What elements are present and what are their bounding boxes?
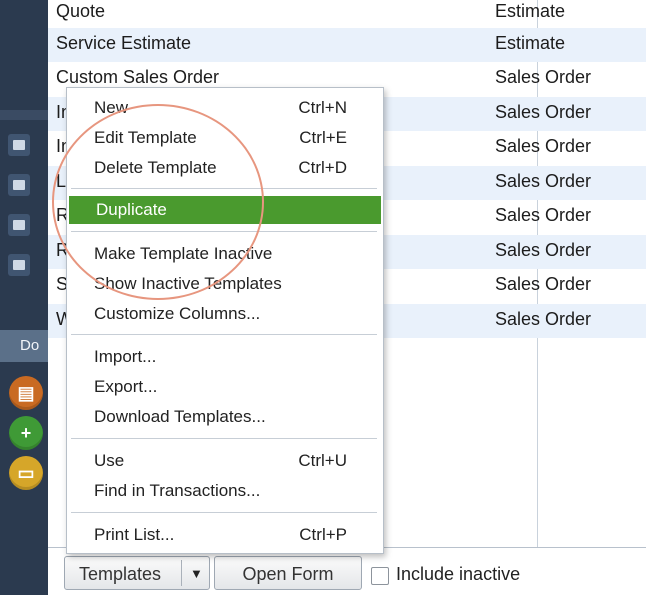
templates-menu-button[interactable]: Templates ▼ (64, 556, 210, 590)
menu-item-download-templates[interactable]: Download Templates... (67, 403, 381, 431)
templates-button-label: Templates (79, 564, 162, 584)
menu-item-make-template-inactive[interactable]: Make Template Inactive (67, 240, 381, 268)
card-icon[interactable]: ▭ (9, 456, 43, 490)
table-row[interactable]: Quote Estimate (48, 0, 646, 30)
menu-item-export[interactable]: Export... (67, 373, 381, 401)
menu-item-new[interactable]: New Ctrl+N (67, 94, 381, 122)
menu-item-show-inactive-templates[interactable]: Show Inactive Templates (67, 270, 381, 298)
menu-item-use[interactable]: Use Ctrl+U (67, 447, 381, 475)
chart-icon[interactable] (8, 214, 30, 236)
menu-item-import[interactable]: Import... (67, 343, 381, 371)
menu-separator (71, 231, 377, 232)
split-divider (181, 560, 182, 586)
menu-separator (71, 512, 377, 513)
open-form-button[interactable]: Open Form (214, 556, 362, 590)
sidebar-do-label: Do (0, 330, 48, 362)
include-inactive-checkbox[interactable] (371, 567, 389, 585)
include-inactive-label: Include inactive (396, 564, 521, 584)
menu-separator (71, 438, 377, 439)
table-row[interactable]: Service Estimate Estimate (48, 28, 646, 62)
add-customer-icon[interactable]: + (9, 416, 43, 450)
menu-item-delete-template[interactable]: Delete Template Ctrl+D (67, 154, 381, 182)
arrow-icon[interactable] (8, 134, 30, 156)
templates-context-menu: New Ctrl+N Edit Template Ctrl+E Delete T… (66, 87, 384, 554)
bottom-toolbar: Templates ▼ Open Form Include inactive (48, 548, 646, 595)
chevron-down-icon[interactable]: ▼ (190, 557, 203, 591)
menu-separator (71, 334, 377, 335)
menu-item-duplicate[interactable]: Duplicate (69, 196, 381, 224)
window-icon[interactable] (8, 254, 30, 276)
sidebar-grip[interactable] (0, 110, 48, 120)
menu-separator (71, 188, 377, 189)
invoice-icon[interactable]: ▤ (9, 376, 43, 410)
left-sidebar: Do ▤ + ▭ (0, 0, 48, 595)
menu-item-customize-columns[interactable]: Customize Columns... (67, 300, 381, 328)
list-icon[interactable] (8, 174, 30, 196)
menu-item-find-in-transactions[interactable]: Find in Transactions... (67, 477, 381, 505)
menu-item-print-list[interactable]: Print List... Ctrl+P (67, 521, 381, 549)
menu-item-edit-template[interactable]: Edit Template Ctrl+E (67, 124, 381, 152)
